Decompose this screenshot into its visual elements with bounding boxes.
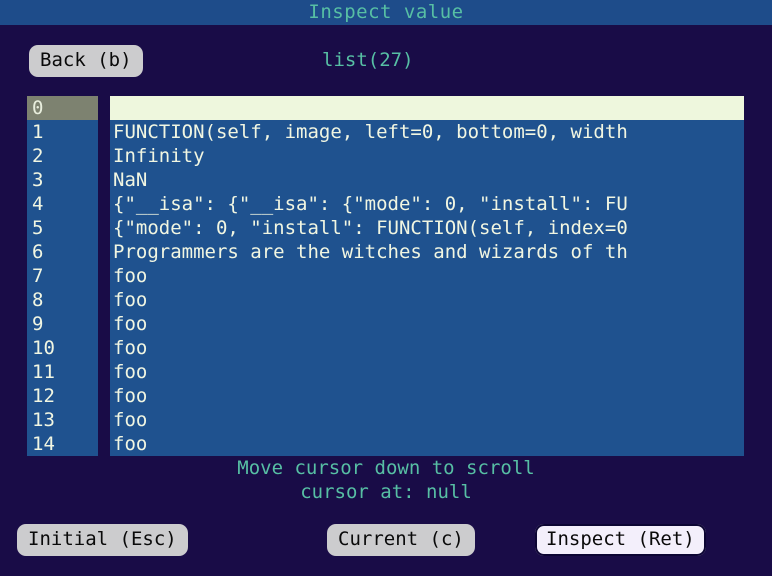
action-bar: Initial (Esc) Current (c) Inspect (Ret) [0, 524, 772, 558]
row-index: 10 [27, 336, 98, 360]
window-title: Inspect value [308, 1, 464, 23]
row-value: foo [110, 384, 744, 408]
table-row[interactable]: 14 foo [0, 432, 772, 456]
row-value: FUNCTION(self, image, left=0, bottom=0, … [110, 120, 744, 144]
title-bar: Inspect value [0, 0, 772, 25]
inspect-button[interactable]: Inspect (Ret) [535, 524, 706, 556]
row-index: 8 [27, 288, 98, 312]
row-value: Programmers are the witches and wizards … [110, 240, 744, 264]
row-index: 6 [27, 240, 98, 264]
row-index: 9 [27, 312, 98, 336]
row-index: 14 [27, 432, 98, 456]
row-index: 1 [27, 120, 98, 144]
row-index: 0 [27, 96, 98, 120]
table-row[interactable]: 13 foo [0, 408, 772, 432]
row-value: foo [110, 312, 744, 336]
table-row[interactable]: 6 Programmers are the witches and wizards… [0, 240, 772, 264]
row-value: foo [110, 264, 744, 288]
current-button[interactable]: Current (c) [327, 524, 475, 556]
row-value: foo [110, 360, 744, 384]
initial-button[interactable]: Initial (Esc) [17, 524, 188, 556]
row-value: foo [110, 408, 744, 432]
table-row[interactable]: 4 {"__isa": {"__isa": {"mode": 0, "instal… [0, 192, 772, 216]
row-value [110, 96, 744, 120]
row-value: Infinity [110, 144, 744, 168]
inspect-value-window: Inspect value Back (b) list(27) 0 1 FUNCTI… [0, 0, 772, 576]
cursor-info: cursor at: null [300, 481, 472, 503]
row-value: {"mode": 0, "install": FUNCTION(self, in… [110, 216, 744, 240]
row-index: 13 [27, 408, 98, 432]
table-row[interactable]: 9 foo [0, 312, 772, 336]
table-row[interactable]: 8 foo [0, 288, 772, 312]
table-row[interactable]: 2 Infinity [0, 144, 772, 168]
row-index: 12 [27, 384, 98, 408]
table-row[interactable]: 0 [0, 96, 772, 120]
table-row[interactable]: 11 foo [0, 360, 772, 384]
row-value: foo [110, 432, 744, 456]
row-index: 11 [27, 360, 98, 384]
table-row[interactable]: 10 foo [0, 336, 772, 360]
back-button[interactable]: Back (b) [29, 45, 143, 77]
row-index: 2 [27, 144, 98, 168]
row-index: 5 [27, 216, 98, 240]
header-bar: Back (b) list(27) [0, 25, 772, 91]
row-index: 7 [27, 264, 98, 288]
table-row[interactable]: 1 FUNCTION(self, image, left=0, bottom=0,… [0, 120, 772, 144]
table-row[interactable]: 7 foo [0, 264, 772, 288]
table-row[interactable]: 3 NaN [0, 168, 772, 192]
row-value: NaN [110, 168, 744, 192]
row-index: 4 [27, 192, 98, 216]
table-row[interactable]: 5 {"mode": 0, "install": FUNCTION(self, i… [0, 216, 772, 240]
scroll-hint: Move cursor down to scroll [237, 457, 535, 479]
status-area: Move cursor down to scroll cursor at: nu… [0, 456, 772, 504]
value-list[interactable]: 0 1 FUNCTION(self, image, left=0, bottom=0… [0, 96, 772, 456]
row-value: foo [110, 336, 744, 360]
row-index: 3 [27, 168, 98, 192]
row-value: foo [110, 288, 744, 312]
value-type-label: list(27) [322, 49, 414, 71]
row-value: {"__isa": {"__isa": {"mode": 0, "install… [110, 192, 744, 216]
table-row[interactable]: 12 foo [0, 384, 772, 408]
